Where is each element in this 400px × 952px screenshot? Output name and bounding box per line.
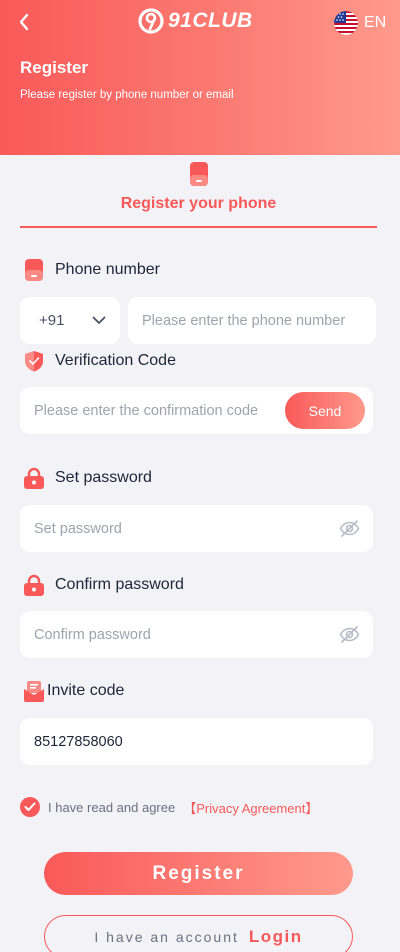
register-button[interactable]: Register (44, 852, 353, 895)
have-account-text: I have an account (94, 928, 239, 945)
back-button[interactable] (13, 11, 35, 33)
eye-off-icon[interactable] (339, 624, 360, 645)
agreement-text: I have read and agree (48, 799, 176, 815)
country-code-value: +91 (39, 312, 65, 329)
language-selector[interactable]: EN (334, 11, 386, 35)
invite-code-label-text: Invite code (47, 682, 125, 699)
phone-icon (23, 259, 45, 281)
privacy-agreement-link[interactable]: 【Privacy Agreement】 (183, 798, 318, 817)
confirm-password-label-text: Confirm password (55, 576, 184, 593)
us-flag-icon (334, 11, 358, 35)
login-label: Login (248, 926, 303, 946)
set-password-label: Set password (23, 467, 152, 489)
confirm-password-input-box (20, 611, 373, 658)
invite-code-input-box (20, 718, 373, 765)
invite-code-input[interactable] (20, 718, 373, 765)
verification-code-label: Verification Code (23, 350, 176, 372)
app-logo: 91CLUB (138, 8, 253, 34)
phone-number-label-text: Phone number (55, 261, 160, 278)
phone-input-box (128, 297, 376, 344)
send-code-button[interactable]: Send (285, 392, 365, 429)
invitation-icon (23, 680, 45, 702)
check-icon (24, 802, 36, 811)
page-subtitle: Please register by phone number or email (20, 89, 234, 101)
password-input[interactable] (20, 505, 373, 552)
shield-icon (23, 350, 45, 372)
logo-mark-icon (138, 8, 164, 34)
lock-icon (23, 467, 45, 489)
set-password-label-text: Set password (55, 469, 152, 486)
tab-label: Register your phone (120, 195, 277, 212)
phone-icon (190, 162, 208, 186)
confirm-password-label: Confirm password (23, 574, 184, 596)
lock-icon (23, 574, 45, 596)
phone-input[interactable] (128, 297, 376, 344)
password-input-box (20, 505, 373, 552)
header: 91CLUB EN Register Please register by ph… (0, 0, 400, 155)
tab-register-phone[interactable]: Register your phone (20, 162, 377, 228)
verification-input-box: Send (20, 387, 373, 434)
verification-code-label-text: Verification Code (55, 352, 176, 369)
invite-code-label: Invite code (23, 680, 124, 702)
chevron-down-icon (92, 316, 106, 324)
agreement-row: I have read and agree 【Privacy Agreement… (20, 797, 318, 817)
logo-text: 91CLUB (168, 9, 253, 32)
login-button[interactable]: I have an account Login (44, 915, 353, 952)
verification-code-input[interactable] (20, 387, 282, 434)
page-title: Register (20, 58, 89, 77)
phone-number-label: Phone number (23, 259, 160, 281)
agreement-checkbox[interactable] (20, 797, 40, 817)
confirm-password-input[interactable] (20, 611, 373, 658)
chevron-left-icon (19, 13, 29, 31)
eye-off-icon[interactable] (339, 518, 360, 539)
country-code-select[interactable]: +91 (20, 297, 120, 344)
language-label: EN (364, 14, 387, 31)
